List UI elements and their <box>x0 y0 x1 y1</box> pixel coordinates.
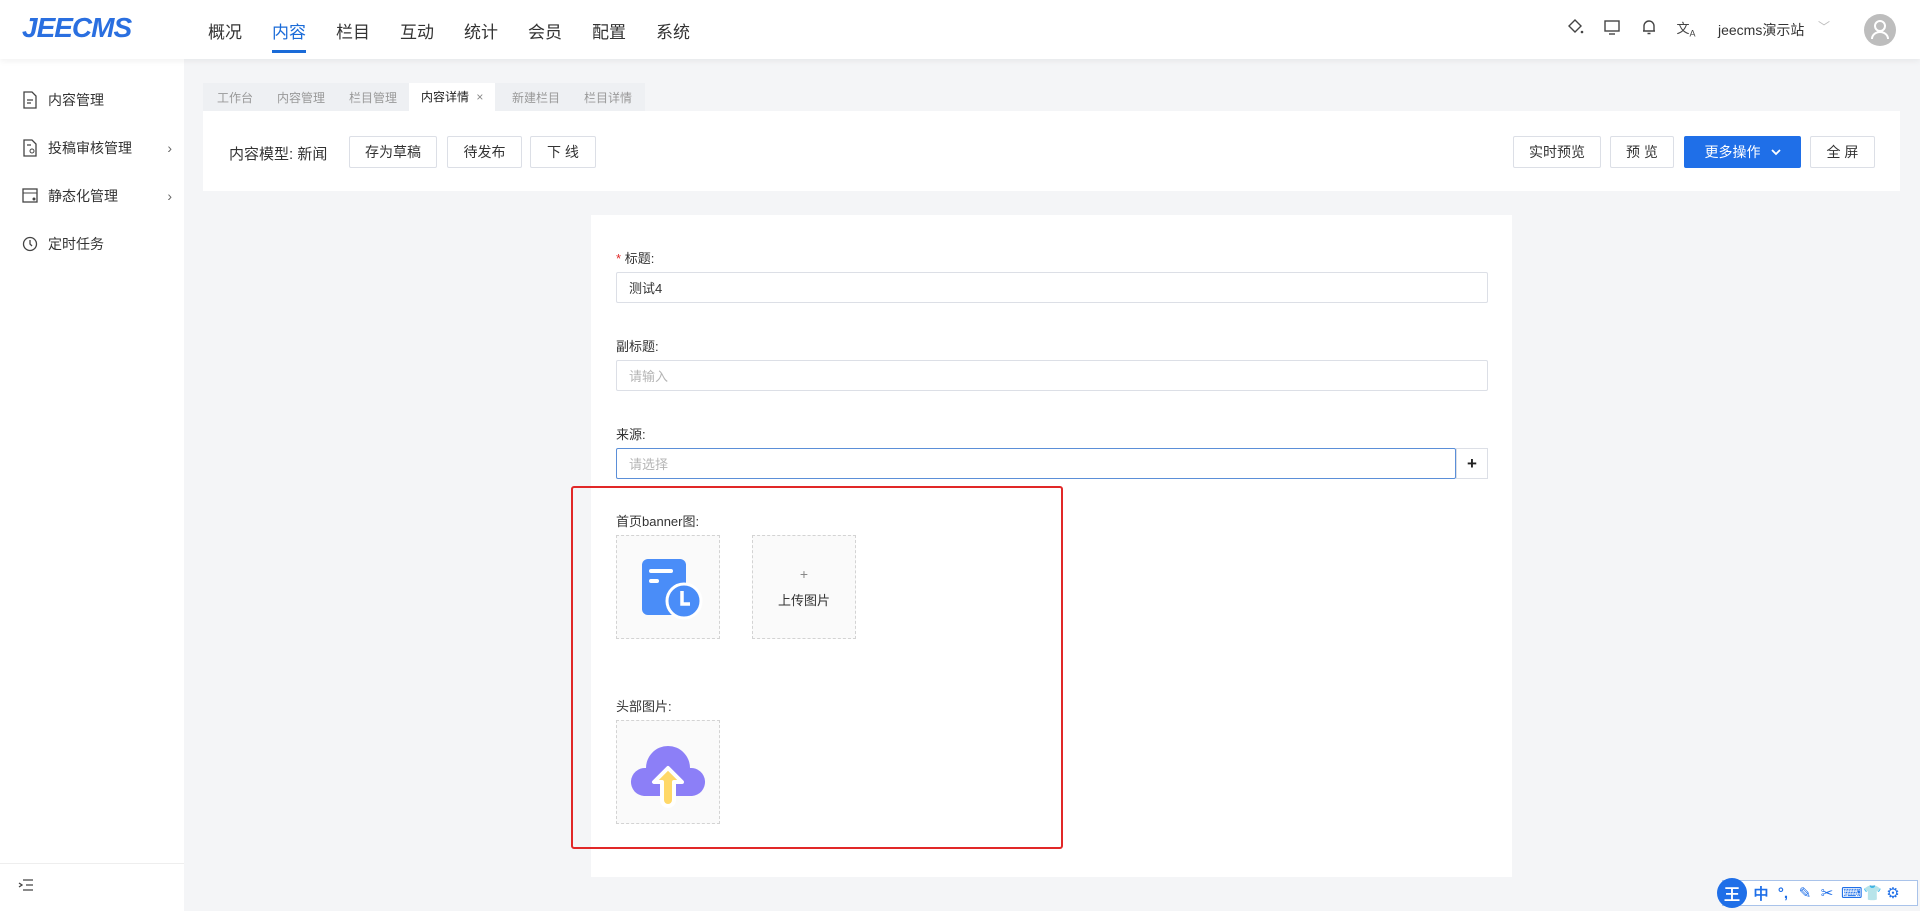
ime-skin-icon[interactable]: 👕 <box>1863 884 1882 902</box>
chevron-down-icon <box>1770 149 1781 156</box>
static-page-icon <box>22 188 38 203</box>
tab-column-detail[interactable]: 栏目详情 <box>584 89 632 106</box>
ime-logo[interactable]: 王 <box>1717 878 1747 908</box>
sidebar-item-label: 投稿审核管理 <box>48 140 132 156</box>
translate-icon[interactable]: 文A <box>1676 18 1696 39</box>
close-icon[interactable]: × <box>476 90 483 104</box>
required-mark: * <box>616 251 622 266</box>
sidebar-item-content-management[interactable]: 内容管理 <box>22 88 172 112</box>
tab-content-management[interactable]: 内容管理 <box>277 89 325 106</box>
source-label: 来源: <box>616 427 646 442</box>
sidebar-item-label: 静态化管理 <box>48 188 118 204</box>
chevron-down-icon[interactable]: ﹀ <box>1818 18 1830 35</box>
clock-icon <box>22 236 38 252</box>
pending-publish-button[interactable]: 待发布 <box>447 136 522 168</box>
review-icon <box>23 139 37 157</box>
offline-button[interactable]: 下 线 <box>530 136 596 168</box>
tab-label: 内容详情 <box>421 90 470 104</box>
content-model: 内容模型: 新闻 <box>229 143 327 164</box>
title-label-text: 标题: <box>624 251 655 266</box>
nav-stats[interactable]: 统计 <box>464 18 498 43</box>
chevron-right-icon: › <box>167 140 172 156</box>
nav-system[interactable]: 系统 <box>656 18 690 43</box>
add-source-button[interactable]: + <box>1456 448 1488 479</box>
divider <box>0 863 184 864</box>
subtitle-label: 副标题: <box>616 339 659 354</box>
title-input[interactable]: 测试4 <box>616 272 1488 303</box>
more-actions-button[interactable]: 更多操作 <box>1684 136 1801 168</box>
top-header: JEECMS 概况 内容 栏目 互动 统计 会员 配置 系统 文A jeecms… <box>0 0 1920 59</box>
nav-config[interactable]: 配置 <box>592 18 626 43</box>
fullscreen-button[interactable]: 全 屏 <box>1810 136 1875 168</box>
nav-content[interactable]: 内容 <box>272 18 306 53</box>
sidebar-item-review[interactable]: 投稿审核管理 › <box>22 136 172 160</box>
nav-column[interactable]: 栏目 <box>336 18 370 43</box>
sidebar-item-label: 定时任务 <box>48 236 104 252</box>
theme-icon[interactable] <box>1566 18 1586 38</box>
tab-column-management[interactable]: 栏目管理 <box>349 89 397 106</box>
site-selector[interactable]: jeecms演示站 <box>1718 20 1804 40</box>
ime-keyboard-icon[interactable]: ⌨ <box>1841 884 1863 902</box>
ime-handwrite-icon[interactable]: ✎ <box>1797 884 1813 902</box>
collapse-menu-icon[interactable] <box>18 878 34 895</box>
logo[interactable]: JEECMS <box>22 12 132 44</box>
sidebar-item-scheduled-tasks[interactable]: 定时任务 <box>22 232 172 256</box>
more-actions-label: 更多操作 <box>1704 144 1761 160</box>
subtitle-input[interactable]: 请输入 <box>616 360 1488 391</box>
nav-interact[interactable]: 互动 <box>400 18 434 43</box>
content-model-value: 新闻 <box>297 146 328 163</box>
tab-new-column[interactable]: 新建栏目 <box>512 89 560 106</box>
source-select[interactable]: 请选择 <box>616 448 1456 479</box>
bell-icon[interactable] <box>1639 18 1659 38</box>
ime-scissors-icon[interactable]: ✂ <box>1819 884 1835 902</box>
sidebar-item-label: 内容管理 <box>48 92 104 108</box>
content-model-label: 内容模型: <box>229 146 294 163</box>
nav-overview[interactable]: 概况 <box>208 18 242 43</box>
chevron-right-icon: › <box>167 188 172 204</box>
sidebar: 内容管理 投稿审核管理 › 静态化管理 › 定时任务 <box>0 59 184 911</box>
ime-punctuation[interactable]: °, <box>1775 885 1791 902</box>
sidebar-item-static[interactable]: 静态化管理 › <box>22 184 172 208</box>
ime-toolbar: 王 中 °, ✎ ✂ ⌨ 👕 ⚙ <box>1717 878 1918 908</box>
realtime-preview-button[interactable]: 实时预览 <box>1513 136 1601 168</box>
avatar[interactable] <box>1864 14 1896 46</box>
monitor-icon[interactable] <box>1602 18 1622 38</box>
ime-chinese-mode[interactable]: 中 <box>1753 883 1769 904</box>
tab-content-detail[interactable]: 内容详情 × <box>409 83 496 111</box>
highlight-box <box>571 486 1063 849</box>
save-draft-button[interactable]: 存为草稿 <box>349 136 437 168</box>
tab-workbench[interactable]: 工作台 <box>217 89 253 106</box>
nav-member[interactable]: 会员 <box>528 18 562 43</box>
document-icon <box>23 91 37 109</box>
ime-settings-icon[interactable]: ⚙ <box>1885 884 1901 902</box>
title-label: * 标题: <box>616 248 654 267</box>
preview-button[interactable]: 预 览 <box>1610 136 1674 168</box>
